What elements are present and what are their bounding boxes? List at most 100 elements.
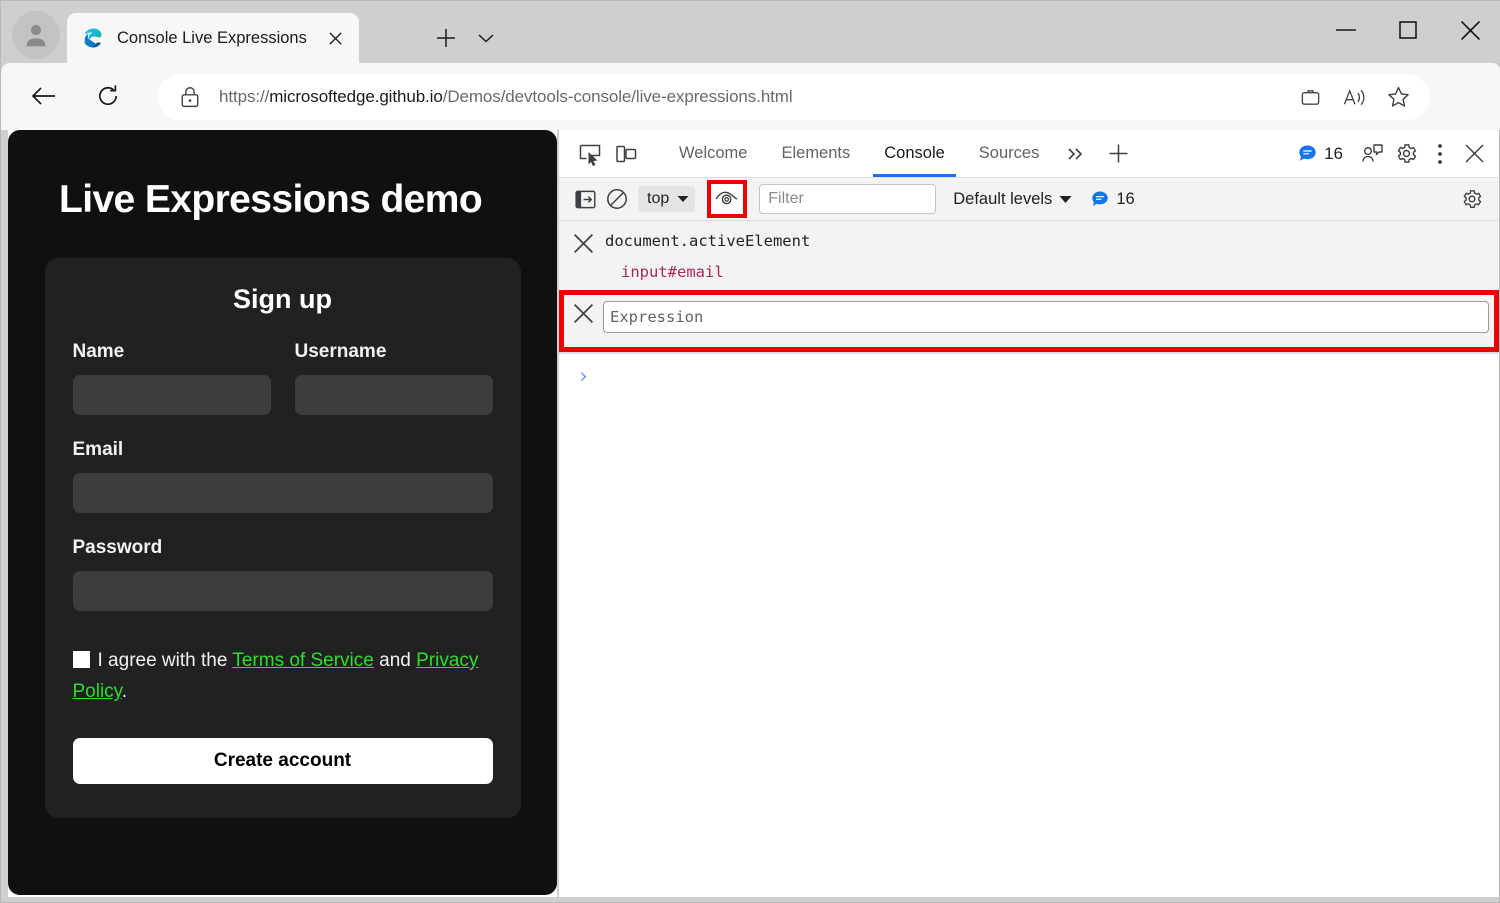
username-input[interactable]: [294, 375, 493, 415]
page-title: Live Expressions demo: [59, 178, 483, 221]
device-toolbar-button[interactable]: [608, 139, 644, 169]
message-bubble-icon: [1092, 191, 1109, 206]
devtools-settings-button[interactable]: [1389, 137, 1423, 171]
feedback-button[interactable]: [1355, 137, 1389, 171]
log-levels-dropdown[interactable]: Default levels: [953, 190, 1072, 209]
name-label: Name: [72, 341, 125, 362]
tab-strip: Console Live Expressions: [1, 1, 1500, 63]
console-settings-button[interactable]: [1457, 184, 1487, 214]
console-toolbar: top Default levels: [559, 178, 1499, 221]
profile-button[interactable]: [12, 11, 60, 59]
chevron-down-icon: [478, 34, 494, 43]
read-aloud-button[interactable]: [1332, 78, 1376, 116]
message-bubble-icon: [1299, 145, 1316, 161]
gear-icon: [1463, 190, 1482, 208]
tab-elements-label: Elements: [781, 144, 851, 162]
live-expression-input[interactable]: [603, 300, 1489, 333]
terms-text-middle: and: [373, 650, 417, 671]
edge-browser-window: Console Live Expressions https://microso…: [0, 0, 1500, 903]
javascript-context-selector[interactable]: top: [638, 186, 696, 212]
address-bar: https://microsoftedge.github.io/Demos/de…: [1, 63, 1500, 161]
live-expressions-pane: document.activeElement input#email: [559, 221, 1499, 353]
console-message-badge[interactable]: 16: [1091, 189, 1135, 209]
console-sidebar-toggle[interactable]: [569, 184, 601, 214]
star-icon: [1387, 86, 1409, 107]
issues-count: 16: [1324, 143, 1343, 163]
url-scheme: https://: [219, 87, 270, 106]
minimize-icon: [1336, 29, 1356, 31]
back-button[interactable]: [23, 75, 65, 117]
terms-agreement: I agree with the Terms of Service and Pr…: [72, 645, 493, 708]
log-levels-label: Default levels: [953, 189, 1053, 208]
field-password: Password: [72, 537, 493, 611]
console-message-count: 16: [1116, 189, 1135, 208]
tab-actions-dropdown[interactable]: [471, 23, 501, 53]
devtools-close-button[interactable]: [1457, 137, 1491, 171]
tab-close-button[interactable]: [323, 26, 347, 50]
create-live-expression-button[interactable]: [707, 180, 748, 218]
live-expression-text[interactable]: document.activeElement: [605, 231, 810, 252]
eye-icon: [715, 191, 738, 205]
window-controls: [1315, 1, 1500, 59]
email-input[interactable]: [72, 473, 493, 513]
url-domain: microsoftedge.github.io: [269, 87, 443, 106]
field-username: Username: [294, 341, 493, 415]
kebab-menu-icon: [1438, 143, 1442, 164]
cancel-live-expression-button[interactable]: [572, 302, 595, 325]
terms-text-after: .: [121, 681, 128, 703]
tab-console-label: Console: [884, 144, 945, 162]
maximize-icon: [1399, 21, 1417, 39]
field-name: Name: [72, 341, 271, 415]
close-icon: [328, 31, 342, 45]
device-emulation-icon: [616, 145, 637, 162]
console-filter-input[interactable]: [759, 184, 937, 214]
collections-button[interactable]: [1288, 78, 1332, 116]
tab-title: Console Live Expressions: [117, 28, 307, 47]
tab-sources[interactable]: Sources: [962, 130, 1057, 177]
maximize-button[interactable]: [1377, 1, 1439, 59]
url-text: https://microsoftedge.github.io/Demos/de…: [219, 87, 793, 107]
omnibox[interactable]: https://microsoftedge.github.io/Demos/de…: [158, 74, 1430, 120]
console-prompt-chevron-icon: ›: [577, 363, 590, 388]
tab-console[interactable]: Console: [867, 130, 962, 177]
inspect-element-button[interactable]: [572, 139, 608, 169]
reload-button[interactable]: [87, 75, 129, 117]
omnibox-actions: [1288, 78, 1420, 116]
tab-welcome[interactable]: Welcome: [662, 130, 764, 177]
live-expression-content: document.activeElement input#email: [605, 231, 810, 290]
context-selected-label: top: [647, 190, 670, 207]
demo-page: Live Expressions demo Sign up Name Usern…: [8, 130, 557, 895]
name-input[interactable]: [72, 375, 271, 415]
terms-checkbox[interactable]: [72, 651, 90, 668]
minimize-button[interactable]: [1315, 1, 1377, 59]
plus-icon: [1109, 144, 1128, 163]
devtools-more-button[interactable]: [1423, 137, 1457, 171]
devtools-tab-bar: Welcome Elements Console Sources 16: [559, 130, 1499, 178]
add-panel-button[interactable]: [1096, 143, 1140, 164]
issues-badge[interactable]: 16: [1298, 144, 1343, 164]
password-input[interactable]: [72, 571, 493, 611]
read-aloud-icon: [1343, 88, 1365, 105]
create-account-button[interactable]: Create account: [72, 737, 493, 784]
terms-of-service-link[interactable]: Terms of Service: [232, 650, 373, 671]
terms-text-before: I agree with the: [97, 650, 233, 671]
tab-elements[interactable]: Elements: [764, 130, 867, 177]
inspect-element-icon: [579, 144, 601, 166]
avatar-icon: [26, 24, 46, 47]
browser-tab[interactable]: Console Live Expressions: [67, 13, 359, 63]
back-arrow-icon: [31, 87, 55, 105]
edge-logo-icon: [83, 28, 102, 48]
new-live-expression-row: [559, 289, 1499, 352]
favorites-button[interactable]: [1376, 78, 1420, 116]
tab-welcome-label: Welcome: [679, 144, 748, 162]
devtools-tabbar-actions: 16: [1298, 130, 1491, 177]
more-tabs-button[interactable]: [1056, 146, 1096, 162]
feedback-icon: [1362, 143, 1383, 162]
console-prompt-row[interactable]: ›: [559, 352, 1499, 388]
remove-live-expression-button[interactable]: [572, 232, 595, 255]
clear-console-button[interactable]: [601, 184, 633, 214]
window-close-button[interactable]: [1439, 1, 1500, 59]
new-tab-button[interactable]: [429, 21, 463, 55]
url-path: /Demos/devtools-console/live-expressions…: [442, 87, 793, 106]
signup-form: Sign up Name Username Email Password I a…: [44, 258, 521, 818]
